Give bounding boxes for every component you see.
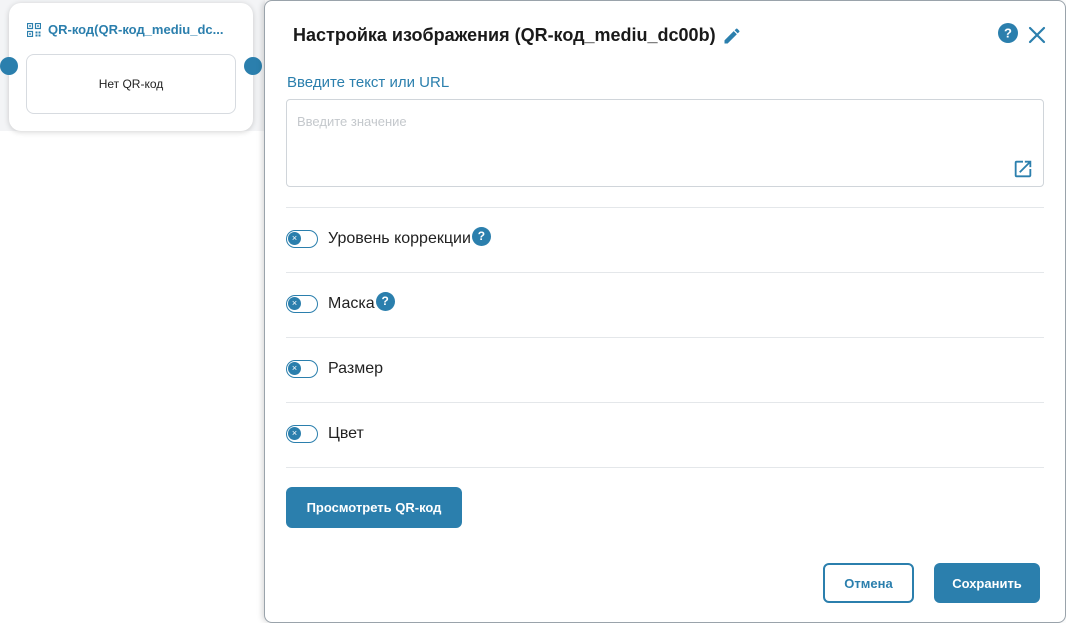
node-input-port[interactable] <box>0 57 18 75</box>
divider <box>286 272 1044 273</box>
node-output-port[interactable] <box>244 57 262 75</box>
node-title: QR-код(QR-код_mediu_dc... <box>48 22 224 37</box>
option-row-size: × Размер <box>286 357 383 381</box>
divider <box>286 467 1044 468</box>
dialog-title: Настройка изображения (QR-код_mediu_dc00… <box>293 25 716 45</box>
help-icon[interactable]: ? <box>998 23 1018 43</box>
url-label: Введите текст или URL <box>287 74 450 91</box>
divider <box>286 207 1044 208</box>
preview-qr-button[interactable]: Просмотреть QR-код <box>286 487 462 528</box>
size-label: Размер <box>328 360 383 377</box>
save-button[interactable]: Сохранить <box>934 563 1040 603</box>
option-row-correction-level: × Уровень коррекции ? <box>286 226 491 251</box>
option-row-color: × Цвет <box>286 422 364 446</box>
size-toggle[interactable]: × <box>286 360 318 378</box>
correction-level-toggle[interactable]: × <box>286 230 318 248</box>
node-header: QR-код(QR-код_mediu_dc... <box>27 22 223 37</box>
divider <box>286 337 1044 338</box>
divider <box>286 402 1044 403</box>
qr-node-card[interactable]: QR-код(QR-код_mediu_dc... Нет QR-код <box>9 3 253 131</box>
url-input[interactable] <box>297 114 987 174</box>
open-external-icon[interactable] <box>1012 158 1034 180</box>
cancel-button[interactable]: Отмена <box>823 563 914 603</box>
toggle-knob: × <box>288 362 301 375</box>
url-input-box <box>286 99 1044 187</box>
toggle-knob: × <box>288 297 301 310</box>
toggle-knob: × <box>288 232 301 245</box>
node-body-text: Нет QR-код <box>98 77 164 91</box>
mask-toggle[interactable]: × <box>286 295 318 313</box>
mask-label: Маска <box>328 295 375 312</box>
toggle-knob: × <box>288 427 301 440</box>
correction-level-label: Уровень коррекции <box>328 230 471 247</box>
mask-help-icon[interactable]: ? <box>375 291 395 311</box>
option-row-mask: × Маска ? <box>286 291 395 316</box>
svg-text:?: ? <box>1004 26 1012 41</box>
correction-level-help-icon[interactable]: ? <box>471 226 491 246</box>
close-icon[interactable] <box>1027 25 1047 45</box>
qr-code-icon <box>27 22 41 37</box>
node-body: Нет QR-код <box>26 54 236 114</box>
image-settings-dialog: Настройка изображения (QR-код_mediu_dc00… <box>264 0 1066 623</box>
color-label: Цвет <box>328 425 364 442</box>
color-toggle[interactable]: × <box>286 425 318 443</box>
edit-icon[interactable] <box>722 26 742 46</box>
